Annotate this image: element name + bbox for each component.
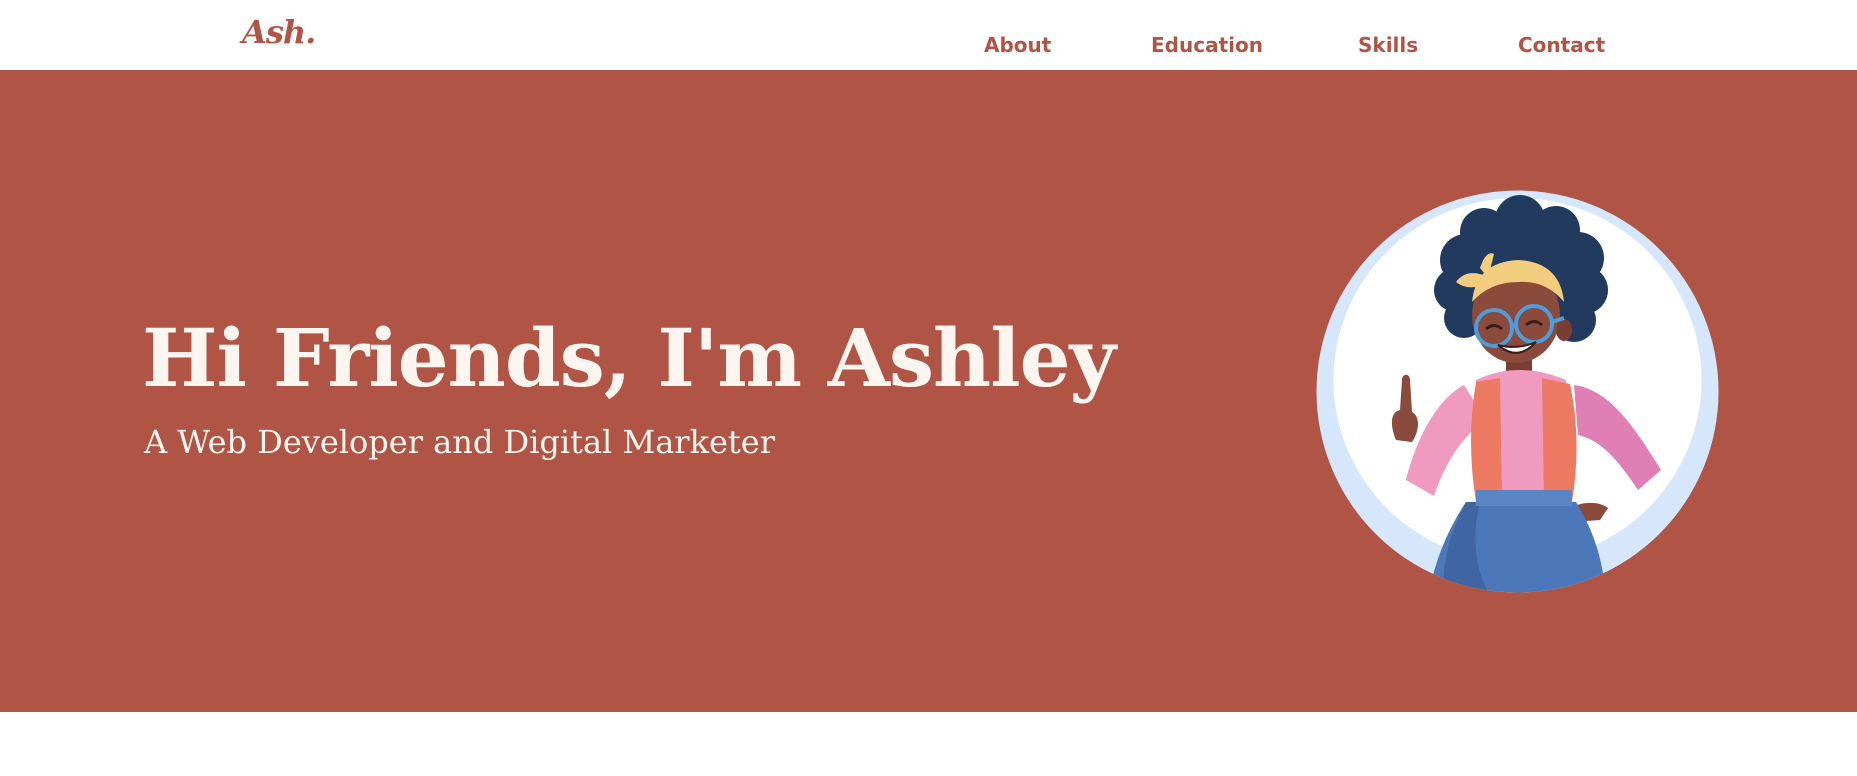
navbar: Ash. About Education Skills Contact <box>0 0 1857 70</box>
hero-title: Hi Friends, I'm Ashley <box>142 311 1116 405</box>
logo[interactable]: Ash. <box>242 16 316 48</box>
hero-section: Hi Friends, I'm Ashley A Web Developer a… <box>0 70 1857 712</box>
woman-pointing-illustration-icon <box>1316 190 1719 593</box>
nav-link-contact[interactable]: Contact <box>1518 34 1605 56</box>
nav-link-education[interactable]: Education <box>1151 34 1263 56</box>
hero-subtitle: A Web Developer and Digital Marketer <box>144 423 776 461</box>
nav-link-about[interactable]: About <box>984 34 1051 56</box>
avatar <box>1316 190 1719 593</box>
nav-link-skills[interactable]: Skills <box>1358 34 1418 56</box>
